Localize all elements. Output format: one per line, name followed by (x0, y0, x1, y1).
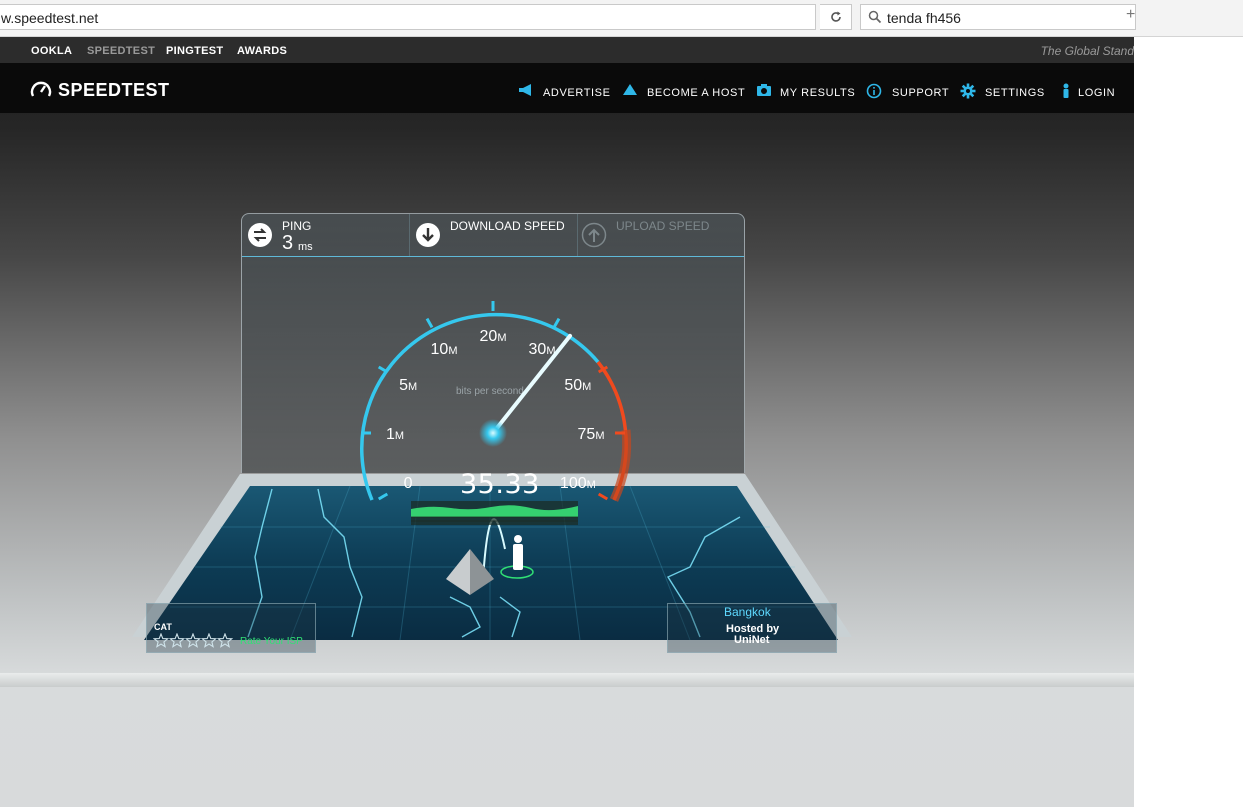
page-margin (1134, 37, 1243, 807)
server-host-name: UniNet (734, 634, 770, 646)
star-icon[interactable] (184, 633, 202, 648)
address-bar-url[interactable]: w.speedtest.net (1, 10, 98, 26)
search-query[interactable]: tenda fh456 (887, 10, 961, 26)
reload-button[interactable] (820, 4, 852, 30)
gauge-scale-label: 10M (431, 341, 458, 358)
search-box[interactable]: tenda fh456 (860, 4, 1136, 30)
address-bar[interactable]: w.speedtest.net (0, 4, 816, 30)
gauge-tick (552, 317, 561, 329)
gauge-scale-label: 50M (564, 377, 591, 394)
star-icon[interactable] (216, 633, 234, 648)
isp-name: CAT (154, 622, 172, 632)
gauge-scale-labels: 01M5M10M20M30M50M75M100M (386, 328, 605, 492)
speed-history-graph (411, 501, 578, 525)
gauge-scale-label: 1M (386, 426, 404, 443)
speed-gauge: 01M5M10M20M30M50M75M100M bits per second (132, 301, 852, 641)
rating-stars[interactable] (153, 633, 237, 649)
star-icon[interactable] (168, 633, 186, 648)
speedtest-page: OOKLA SPEEDTEST PINGTEST AWARDS The Glob… (0, 37, 1134, 807)
gauge-scale-label: 30M (529, 341, 556, 358)
rate-your-isp-link[interactable]: Rate Your ISP (240, 636, 303, 647)
gauge-tick (425, 317, 434, 329)
server-city: Bangkok (724, 605, 771, 619)
star-icon[interactable] (153, 633, 170, 648)
gauge-hub (479, 419, 507, 447)
gauge-scale-label: 0 (404, 475, 413, 492)
new-tab-button[interactable]: + (1126, 6, 1135, 24)
search-icon (868, 10, 882, 24)
unit-caption: bits per second (456, 386, 524, 397)
current-speed-value: 35.33 (460, 469, 540, 500)
gauge-scale-label: 20M (480, 328, 507, 345)
browser-toolbar: w.speedtest.net tenda fh456 + (0, 0, 1243, 37)
reload-icon (831, 11, 841, 22)
star-icon[interactable] (200, 633, 218, 648)
gauge-scale-label: 5M (399, 377, 417, 394)
gauge-scale-label: 75M (578, 426, 605, 443)
